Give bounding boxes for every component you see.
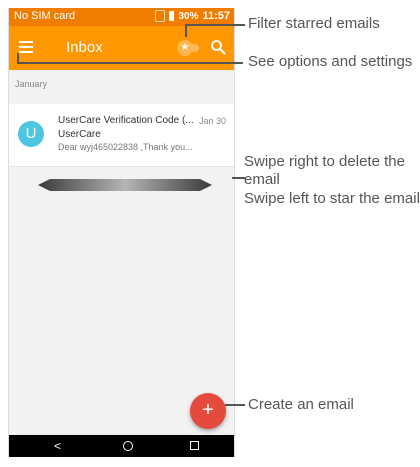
section-header: January <box>15 79 48 89</box>
recent-apps-icon[interactable] <box>190 441 199 450</box>
swipe-right-callout: Swipe right to delete the <box>244 153 405 170</box>
options-callout: See options and settings <box>248 53 413 70</box>
swipe-gesture-graphic <box>38 179 212 191</box>
carrier-label: No SIM card <box>14 10 76 22</box>
create-callout-line <box>225 404 245 406</box>
avatar: U <box>18 121 44 147</box>
navigation-bar: < <box>9 435 234 457</box>
filter-callout-line <box>185 24 187 37</box>
home-icon[interactable] <box>123 441 133 451</box>
page-title: Inbox <box>66 39 103 56</box>
filter-callout-line <box>185 24 245 26</box>
back-icon[interactable]: < <box>54 439 61 453</box>
status-indicators: 30% 11:57 <box>155 10 230 22</box>
email-sender: UserCare <box>58 129 101 140</box>
swipe-left-callout: Swipe left to star the email <box>244 190 420 207</box>
search-icon[interactable] <box>210 39 226 55</box>
create-callout: Create an email <box>248 396 354 413</box>
star-icon: ★ <box>177 40 193 56</box>
battery-percent: 30% <box>178 10 199 22</box>
options-callout-line <box>17 62 243 64</box>
email-list-item[interactable]: U UserCare Verification Code (... Jan 30… <box>9 104 234 167</box>
phone-screen: No SIM card 30% 11:57 Inbox ★ January U … <box>8 8 235 457</box>
compose-button[interactable]: + <box>190 393 226 429</box>
email-date: Jan 30 <box>198 116 226 126</box>
email-preview: Dear wyj465022838 ,Thank you... <box>58 142 193 152</box>
battery-icon <box>169 11 175 21</box>
clock: 11:57 <box>202 10 230 22</box>
swipe-right-callout-cont: email <box>244 171 280 188</box>
hamburger-menu-icon[interactable] <box>19 41 33 53</box>
starred-filter-toggle[interactable]: ★ <box>177 40 199 56</box>
filter-callout: Filter starred emails <box>248 15 380 32</box>
no-sim-icon <box>155 10 166 22</box>
email-subject: UserCare Verification Code (... <box>58 115 194 126</box>
